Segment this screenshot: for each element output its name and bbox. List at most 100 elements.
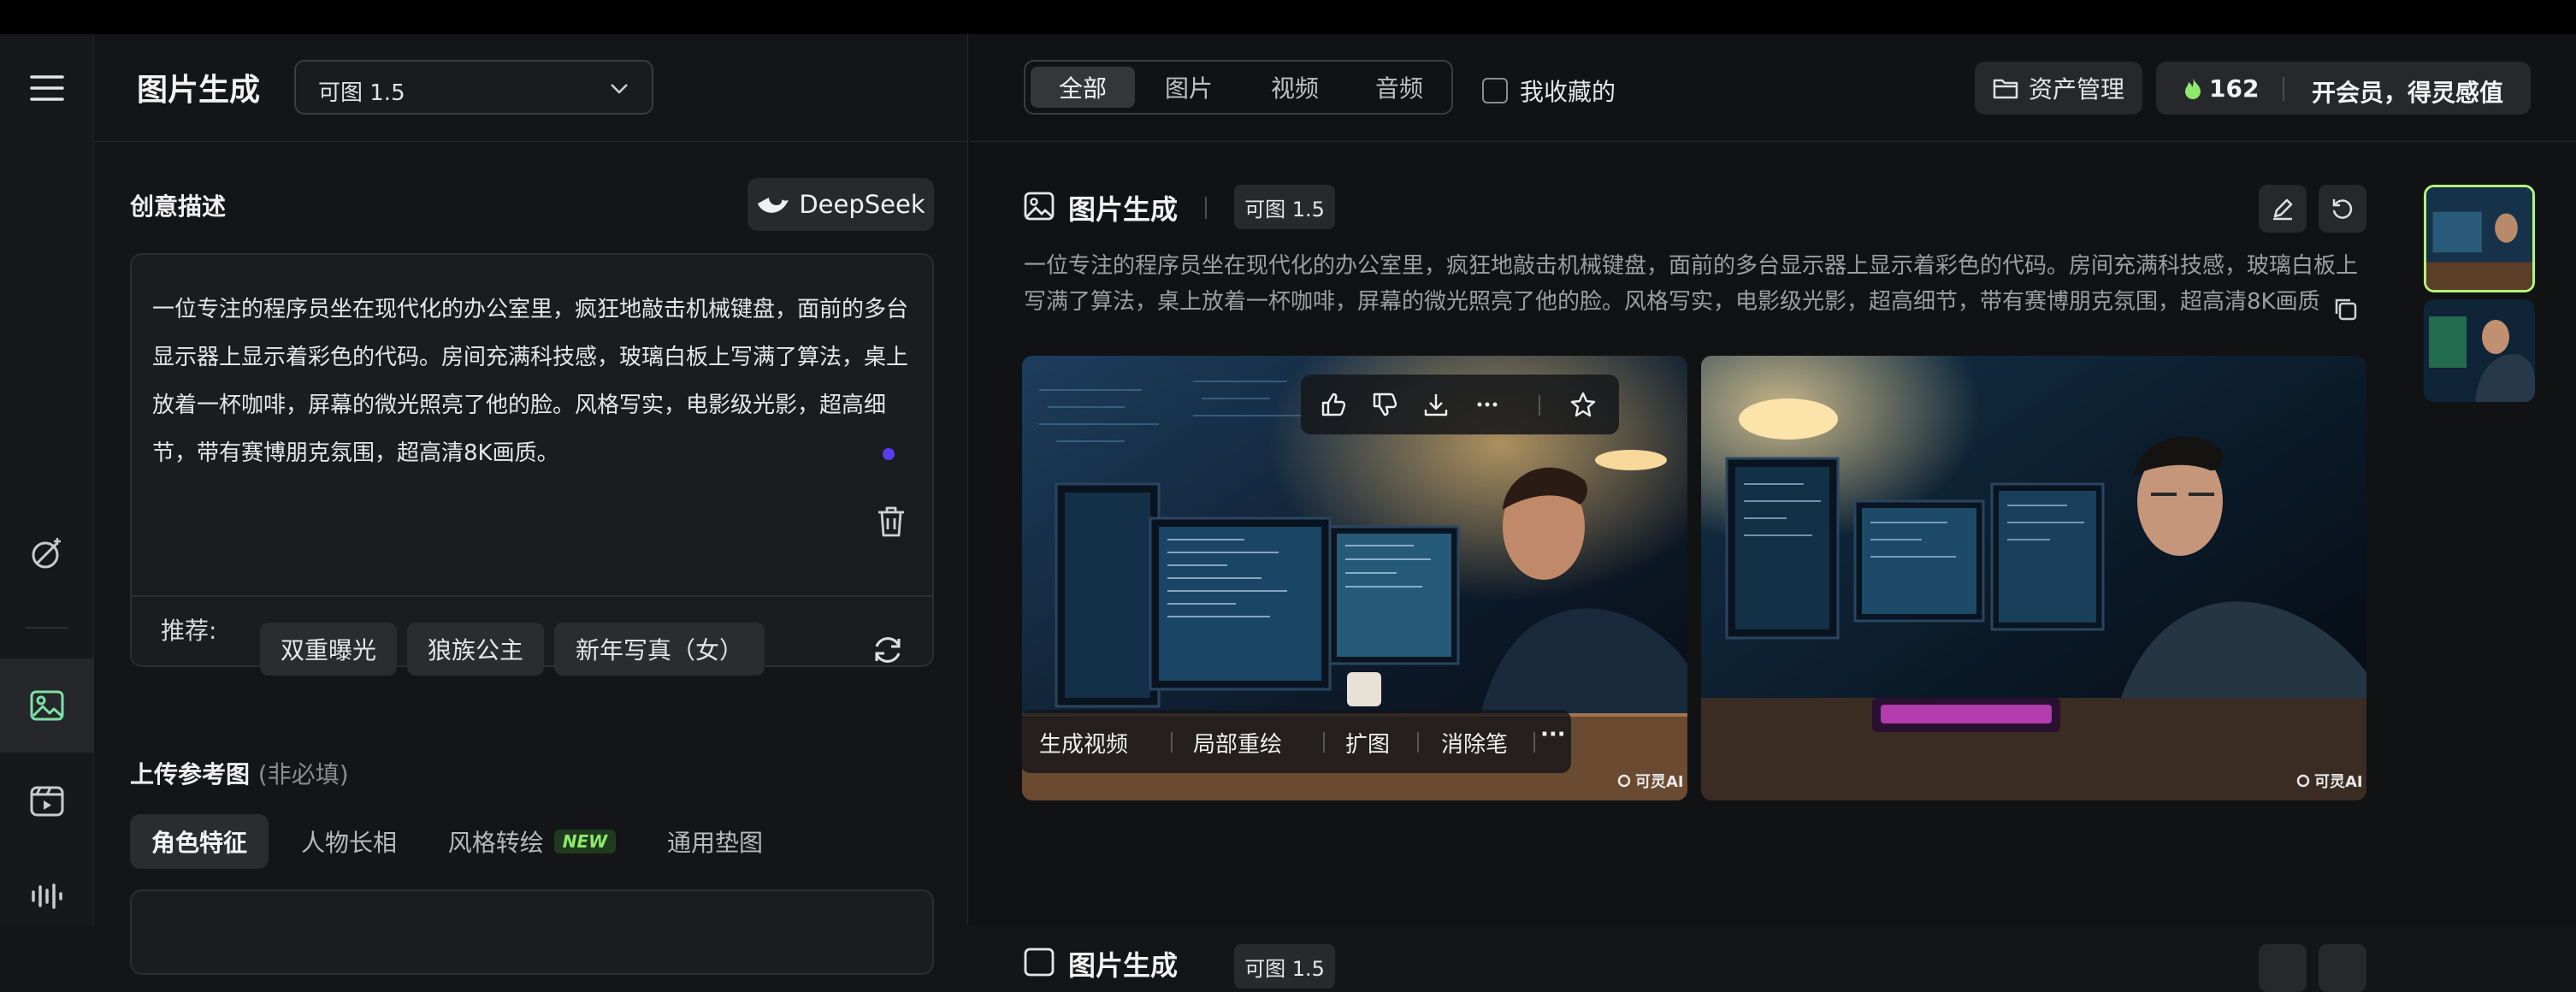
prompt-textarea[interactable]: 一位专注的程序员坐在现代化的办公室里，疯狂地敲击机械键盘，面前的多台 显示器上显… [152, 286, 913, 477]
left-header: 图片生成 可图 1.5 [94, 34, 968, 142]
menu-button[interactable] [0, 41, 94, 135]
card-title: 图片生成 [1068, 193, 1179, 226]
thumbnail-image [2426, 187, 2532, 290]
favorites-checkbox[interactable] [1482, 78, 1508, 103]
filter-tab-video[interactable]: 视频 [1243, 67, 1347, 108]
trash-icon[interactable] [876, 505, 907, 539]
star-icon[interactable] [1569, 391, 1597, 418]
watermark-text: 可灵AI [1635, 773, 1684, 791]
prompt-card: 一位专注的程序员坐在现代化的办公室里，疯狂地敲击机械键盘，面前的多台 显示器上显… [130, 253, 934, 676]
recommend-label: 推荐: [161, 617, 217, 645]
left-panel: 图片生成 可图 1.5 创意描述 DeepSeek 一位专注的程序员坐在现代化的… [94, 34, 968, 975]
card-description: 一位专注的程序员坐在现代化的办公室里，疯狂地敲击机械键盘，面前的多台显示器上显示… [1024, 248, 2384, 320]
deepseek-button[interactable]: DeepSeek [747, 178, 934, 231]
more-icon[interactable] [1474, 391, 1501, 418]
action-inpaint[interactable]: 局部重绘 [1193, 727, 1282, 759]
upload-dropzone[interactable] [130, 889, 934, 975]
next-card-title: 图片生成 [1068, 949, 1179, 982]
folder-icon [1993, 79, 2018, 99]
rail-item-audio[interactable] [0, 848, 94, 942]
prompt-line: 一位专注的程序员坐在现代化的办公室里，疯狂地敲击机械键盘，面前的多台 [152, 297, 909, 322]
deepseek-whale-icon [758, 198, 789, 213]
image-hover-toolbar [1301, 375, 1619, 434]
credits-count: 162 [2183, 74, 2259, 103]
next-edit-button[interactable] [2259, 944, 2307, 992]
next-regenerate-button[interactable] [2319, 944, 2366, 992]
action-generate-video[interactable]: 生成视频 [1039, 727, 1128, 759]
deepseek-label: DeepSeek [799, 190, 925, 219]
watermark-text: 可灵AI [2314, 773, 2363, 791]
upload-title-text: 上传参考图 [130, 760, 251, 788]
recommend-chip[interactable]: 新年写真（女） [554, 623, 765, 676]
programmer-night-image [1701, 356, 2366, 800]
image-icon [30, 690, 64, 721]
app-title: 图片生成 [137, 73, 261, 108]
filter-tab-all[interactable]: 全部 [1031, 67, 1135, 108]
asset-management-label: 资产管理 [2028, 75, 2124, 103]
rail-item-video[interactable] [0, 754, 94, 848]
description-line: 一位专注的程序员坐在现代化的办公室里，疯狂地敲击机械键盘，面前的多台显示器上显示… [1024, 253, 2359, 279]
action-divider [1417, 732, 1419, 753]
copy-icon[interactable] [2332, 296, 2358, 322]
asset-management-button[interactable]: 资产管理 [1975, 62, 2142, 115]
thumbs-up-icon[interactable] [1320, 391, 1347, 418]
prompt-line: 节，带有赛博朋克氛围，超高清8K画质。 [152, 440, 559, 466]
rail-item-magic[interactable] [0, 506, 94, 600]
rail-divider [26, 627, 68, 629]
ref-tab-character[interactable]: 角色特征 [130, 814, 269, 869]
window-top-bar [0, 0, 2576, 34]
model-select[interactable]: 可图 1.5 [294, 60, 653, 115]
next-model-badge: 可图 1.5 [1234, 944, 1335, 989]
action-expand[interactable]: 扩图 [1345, 727, 1390, 759]
regenerate-button[interactable] [2319, 185, 2366, 233]
vip-link[interactable]: 开会员，得灵感值 [2312, 74, 2503, 109]
audio-icon [32, 883, 62, 909]
filter-tab-audio[interactable]: 音频 [1349, 67, 1450, 108]
history-thumbnail[interactable] [2424, 299, 2535, 402]
history-thumbnail-selected[interactable] [2424, 185, 2535, 292]
download-icon[interactable] [1422, 391, 1450, 418]
kling-logo-icon [2296, 774, 2310, 788]
description-line: 写满了算法，桌上放着一杯咖啡，屏幕的微光照亮了他的脸。风格写实，电影级光影，超高… [1024, 289, 2320, 315]
magic-wand-icon [32, 538, 61, 569]
ref-tab-style[interactable]: 风格转绘 NEW [429, 814, 635, 869]
generated-image-2[interactable] [1701, 356, 2366, 800]
thumbnail-image [2424, 299, 2535, 402]
favorites-label: 我收藏的 [1520, 78, 1616, 106]
chevron-down-icon [611, 84, 628, 94]
credits-number: 162 [2209, 74, 2260, 103]
prompt-divider [132, 595, 932, 597]
credits-bar[interactable]: 162 开会员，得灵感值 [2156, 62, 2531, 115]
ref-tab-style-label: 风格转绘 [447, 829, 544, 857]
action-divider [1533, 732, 1535, 753]
right-header: 全部 图片 视频 音频 我收藏的 资产管理 162 开会员，得灵感值 [969, 34, 2576, 142]
favorites-toggle[interactable]: 我收藏的 [1482, 74, 1616, 108]
ref-tab-general[interactable]: 通用垫图 [647, 814, 783, 869]
thumbs-down-icon[interactable] [1371, 391, 1398, 418]
watermark: 可灵AI [1616, 770, 1684, 792]
filter-tab-image[interactable]: 图片 [1137, 67, 1241, 108]
action-more[interactable]: ··· [1540, 722, 1566, 747]
status-dot [883, 448, 895, 460]
filter-tabs: 全部 图片 视频 音频 [1024, 60, 1453, 115]
prompt-line: 显示器上显示着彩色的代码。房间充满科技感，玻璃白板上写满了算法，桌上 [152, 345, 909, 370]
action-divider [1323, 732, 1325, 753]
card-title-divider [1205, 197, 1207, 219]
edit-button[interactable] [2259, 185, 2307, 233]
action-eraser[interactable]: 消除笔 [1441, 727, 1508, 759]
right-panel: 全部 图片 视频 音频 我收藏的 资产管理 162 开会员，得灵感值 图片生成 … [969, 34, 2576, 992]
rail-item-image[interactable] [0, 658, 94, 753]
upload-hint: (非必填) [257, 760, 349, 788]
image-icon [1024, 948, 1055, 977]
recommend-chip[interactable]: 双重曝光 [260, 623, 397, 676]
icon-rail [0, 34, 94, 925]
edit-icon [2273, 198, 2293, 221]
recommend-chip[interactable]: 狼族公主 [407, 623, 544, 676]
action-divider [1171, 732, 1173, 753]
regenerate-icon [2332, 199, 2353, 219]
watermark: 可灵AI [2295, 770, 2363, 792]
ref-tab-face[interactable]: 人物长相 [281, 814, 417, 869]
creative-section-title: 创意描述 [130, 192, 227, 221]
refresh-icon[interactable] [871, 633, 905, 667]
menu-icon [30, 75, 64, 101]
